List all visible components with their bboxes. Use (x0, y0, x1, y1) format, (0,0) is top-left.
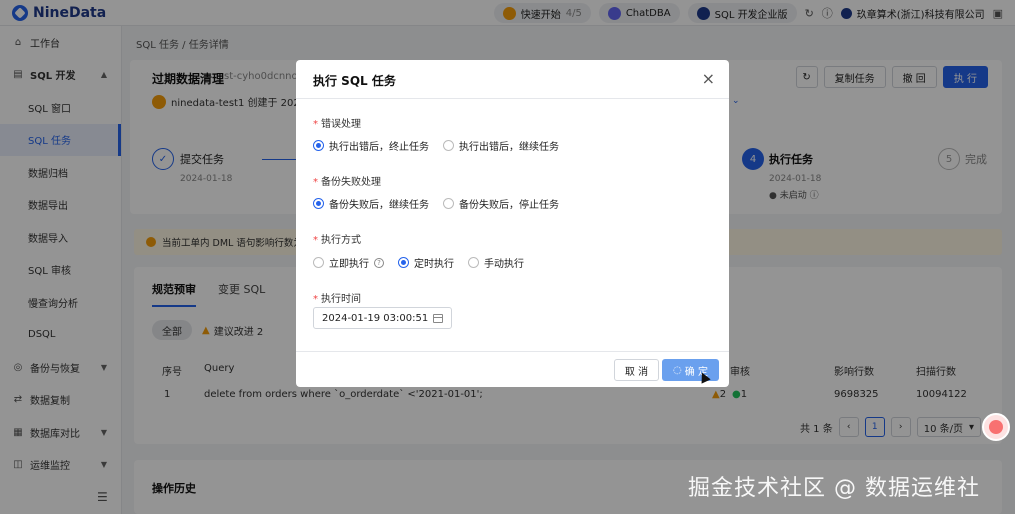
radio-backup-stop[interactable]: 备份失败后，停止任务 (443, 196, 559, 211)
close-icon[interactable]: × (702, 69, 715, 88)
cancel-button[interactable]: 取 消 (614, 359, 659, 381)
execution-time-value: 2024-01-19 03:00:51 (322, 312, 429, 324)
radio-run-now[interactable]: 立即执行? (313, 255, 384, 270)
label-text: 执行方式 (321, 235, 361, 246)
radio-unchecked (468, 257, 479, 268)
watermark: 掘金技术社区 @ 数据运维社 (688, 476, 980, 501)
radio-error-continue[interactable]: 执行出错后，继续任务 (443, 138, 559, 153)
execute-sql-task-dialog: 执行 SQL 任务 × * 错误处理 执行出错后，终止任务 执行出错后，继续任务 … (296, 60, 729, 387)
question-icon: ? (374, 257, 384, 268)
divider (296, 98, 729, 99)
support-avatar-icon (989, 420, 1003, 434)
radio-label: 定时执行 (414, 259, 454, 270)
label-text: 错误处理 (321, 119, 361, 130)
radio-scheduled[interactable]: 定时执行 (398, 255, 454, 270)
loading-icon: ◌ (673, 364, 682, 376)
radio-checked (398, 257, 409, 268)
radio-label: 立即执行 (329, 259, 369, 270)
label-text: 执行时间 (321, 294, 361, 305)
backup-failure-group: 备份失败后，继续任务 备份失败后，停止任务 (313, 196, 559, 211)
execution-mode-label: * 执行方式 (313, 235, 361, 246)
radio-unchecked (443, 140, 454, 151)
radio-unchecked (313, 257, 324, 268)
radio-label: 执行出错后，继续任务 (459, 142, 559, 153)
radio-label: 备份失败后，停止任务 (459, 200, 559, 211)
dialog-title: 执行 SQL 任务 (313, 74, 396, 88)
error-handling-label: * 错误处理 (313, 119, 361, 130)
execution-mode-group: 立即执行? 定时执行 手动执行 (313, 255, 524, 270)
error-handling-group: 执行出错后，终止任务 执行出错后，继续任务 (313, 138, 559, 153)
confirm-button[interactable]: ◌ 确 定 (662, 359, 719, 381)
radio-manual[interactable]: 手动执行 (468, 255, 524, 270)
radio-checked (313, 140, 324, 151)
radio-error-stop[interactable]: 执行出错后，终止任务 (313, 138, 429, 153)
execution-time-picker[interactable]: 2024-01-19 03:00:51 (313, 307, 452, 329)
backup-failure-label: * 备份失败处理 (313, 177, 381, 188)
label-text: 备份失败处理 (321, 177, 381, 188)
radio-checked (313, 198, 324, 209)
support-avatar[interactable] (982, 413, 1010, 441)
radio-unchecked (443, 198, 454, 209)
radio-backup-continue[interactable]: 备份失败后，继续任务 (313, 196, 429, 211)
calendar-icon (433, 313, 443, 323)
radio-label: 备份失败后，继续任务 (329, 200, 429, 211)
radio-label: 手动执行 (484, 259, 524, 270)
divider (296, 351, 729, 352)
execution-time-label: * 执行时间 (313, 294, 361, 305)
radio-label: 执行出错后，终止任务 (329, 142, 429, 153)
